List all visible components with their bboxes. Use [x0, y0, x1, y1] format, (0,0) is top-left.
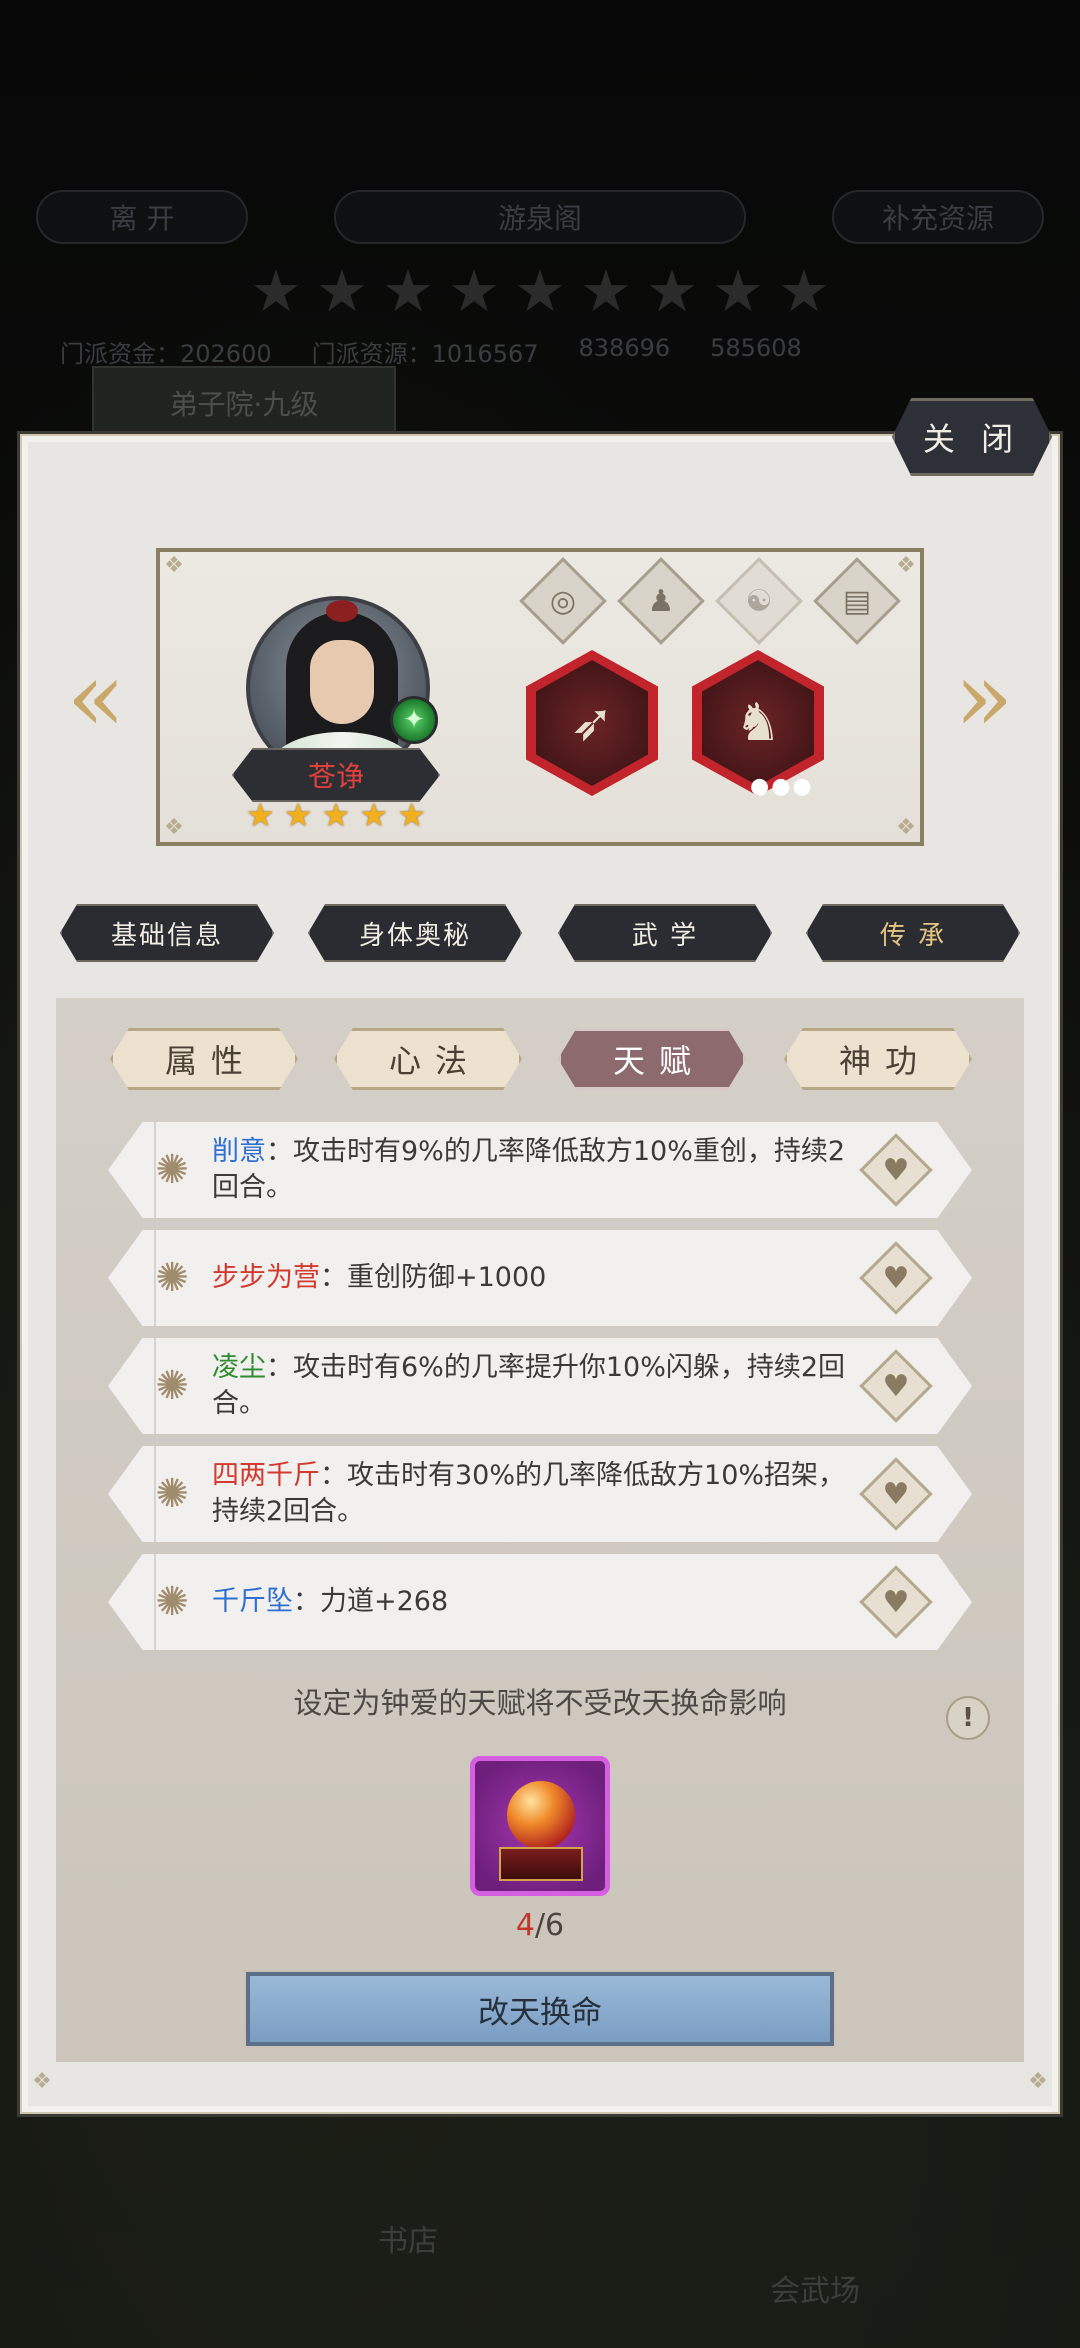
face: [310, 640, 374, 724]
item-count-total: /6: [534, 1908, 565, 1943]
stat-4-value: 585608: [710, 334, 802, 362]
horse-icon: ♞: [702, 660, 814, 786]
talent-name: 削意: [212, 1136, 266, 1167]
element-badge-icon: ✦: [390, 696, 438, 744]
heart-icon: ♥: [882, 1476, 910, 1512]
orb-stand: [499, 1847, 583, 1881]
talent-name: 步步为营: [212, 1262, 320, 1293]
hero-name: 苍诤: [232, 748, 440, 802]
favorite-heart-button[interactable]: ♥: [866, 1464, 926, 1524]
favorite-heart-button[interactable]: ♥: [866, 1356, 926, 1416]
talent-text: 千斤坠：力道+268: [212, 1554, 852, 1650]
info-icon[interactable]: !: [946, 1696, 990, 1740]
talent-gear-icon: ✺: [155, 1147, 189, 1193]
building-tab: 弟子院·九级: [92, 366, 396, 440]
hair-ornament: [326, 600, 358, 622]
supply-button: 补充资源: [832, 190, 1044, 244]
talent-row: ✺ 凌尘：攻击时有6%的几率提升你10%闪躲，持续2回合。 ♥: [108, 1338, 972, 1434]
change-fate-button[interactable]: 改天换命: [244, 1970, 836, 2048]
bookstore-label: 书店: [378, 2224, 438, 2259]
star-icon: ★: [397, 796, 426, 834]
leave-button: 离 开: [36, 190, 248, 244]
subtab-divine-skill[interactable]: 神功: [784, 1028, 972, 1090]
talent-row: ✺ 千斤坠：力道+268 ♥: [108, 1554, 972, 1650]
talent-desc: ：重创防御+1000: [320, 1262, 547, 1293]
close-button[interactable]: 关 闭: [892, 398, 1052, 476]
heart-icon: ♥: [882, 1584, 910, 1620]
arena-label: 会武场: [770, 2274, 860, 2309]
favorite-heart-button[interactable]: ♥: [866, 1248, 926, 1308]
more-dots-icon: ●●●: [750, 774, 814, 799]
fate-orb-item-icon[interactable]: [470, 1756, 610, 1896]
subtab-talent[interactable]: 天赋: [558, 1028, 746, 1090]
sect-resource-label: 门派资源：: [311, 340, 432, 368]
prev-hero-arrow-icon[interactable]: «: [66, 649, 126, 745]
subtab-attributes[interactable]: 属性: [110, 1028, 298, 1090]
talent-row: ✺ 削意：攻击时有9%的几率降低敌方10%重创，持续2回合。 ♥: [108, 1122, 972, 1218]
talent-text: 四两千斤：攻击时有30%的几率降低敌方10%招架，持续2回合。: [212, 1446, 852, 1542]
stat-3-value: 838696: [578, 334, 671, 362]
sect-gold-label: 门派资金：: [60, 340, 180, 368]
corner-ornament: ❖: [164, 553, 184, 578]
talent-row: ✺ 步步为营：重创防御+1000 ♥: [108, 1230, 972, 1326]
star-icon: ★: [359, 796, 389, 834]
sect-stats: 门派资金：202600 门派资源：1016567 838696 585608: [60, 334, 1020, 369]
sect-resource-value: 1016567: [431, 340, 539, 368]
talent-name: 四两千斤: [212, 1460, 320, 1491]
location-title: 游泉阁: [334, 190, 746, 244]
subtab-mental-method[interactable]: 心法: [334, 1028, 522, 1090]
talent-row: ✺ 四两千斤：攻击时有30%的几率降低敌方10%招架，持续2回合。 ♥: [108, 1446, 972, 1542]
talent-gear-icon: ✺: [155, 1579, 189, 1625]
favorite-heart-button[interactable]: ♥: [866, 1572, 926, 1632]
talent-gear-icon: ✺: [155, 1255, 189, 1301]
tab-basic-info[interactable]: 基础信息: [60, 904, 274, 962]
talent-name: 凌尘: [212, 1352, 266, 1383]
corner-ornament: ❖: [1028, 2069, 1048, 2094]
talent-gear-icon: ✺: [155, 1363, 189, 1409]
hero-stars: ★ ★ ★ ★ ★: [246, 796, 426, 834]
talent-desc: ：攻击时有9%的几率降低敌方10%重创，持续2回合。: [212, 1136, 846, 1203]
corner-ornament: ❖: [896, 553, 916, 578]
item-count: 4/6: [470, 1908, 610, 1943]
favorite-heart-button[interactable]: ♥: [866, 1140, 926, 1200]
tab-inheritance[interactable]: 传 承: [806, 904, 1020, 962]
talent-name: 千斤坠: [212, 1586, 293, 1617]
talent-text: 步步为营：重创防御+1000: [212, 1230, 852, 1326]
talent-text: 凌尘：攻击时有6%的几率提升你10%闪躲，持续2回合。: [212, 1338, 852, 1434]
spear-icon: ➶: [536, 660, 648, 786]
heart-icon: ♥: [882, 1152, 910, 1188]
item-count-current: 4: [515, 1908, 535, 1943]
star-icon: ★: [321, 796, 351, 834]
heart-icon: ♥: [882, 1260, 910, 1296]
orb: [507, 1781, 575, 1849]
corner-ornament: ❖: [896, 815, 916, 840]
talent-gear-icon: ✺: [155, 1471, 189, 1517]
star-icon: ★: [246, 796, 275, 834]
tab-body-secrets[interactable]: 身体奥秘: [308, 904, 522, 962]
next-hero-arrow-icon[interactable]: »: [954, 649, 1014, 745]
heart-icon: ♥: [882, 1368, 910, 1404]
talent-desc: ：攻击时有6%的几率提升你10%闪躲，持续2回合。: [212, 1352, 846, 1419]
star-icon: ★: [283, 796, 313, 834]
talent-text: 削意：攻击时有9%的几率降低敌方10%重创，持续2回合。: [212, 1122, 852, 1218]
tab-martial-arts[interactable]: 武 学: [558, 904, 772, 962]
sect-gold-value: 202600: [180, 340, 272, 368]
sect-stars: ★ ★ ★ ★ ★ ★ ★ ★ ★: [250, 257, 830, 325]
talent-desc: ：力道+268: [293, 1586, 449, 1617]
favorite-note: 设定为钟爱的天赋将不受改天换命影响: [293, 1686, 787, 1720]
corner-ornament: ❖: [32, 2069, 52, 2094]
corner-ornament: ❖: [164, 815, 184, 840]
